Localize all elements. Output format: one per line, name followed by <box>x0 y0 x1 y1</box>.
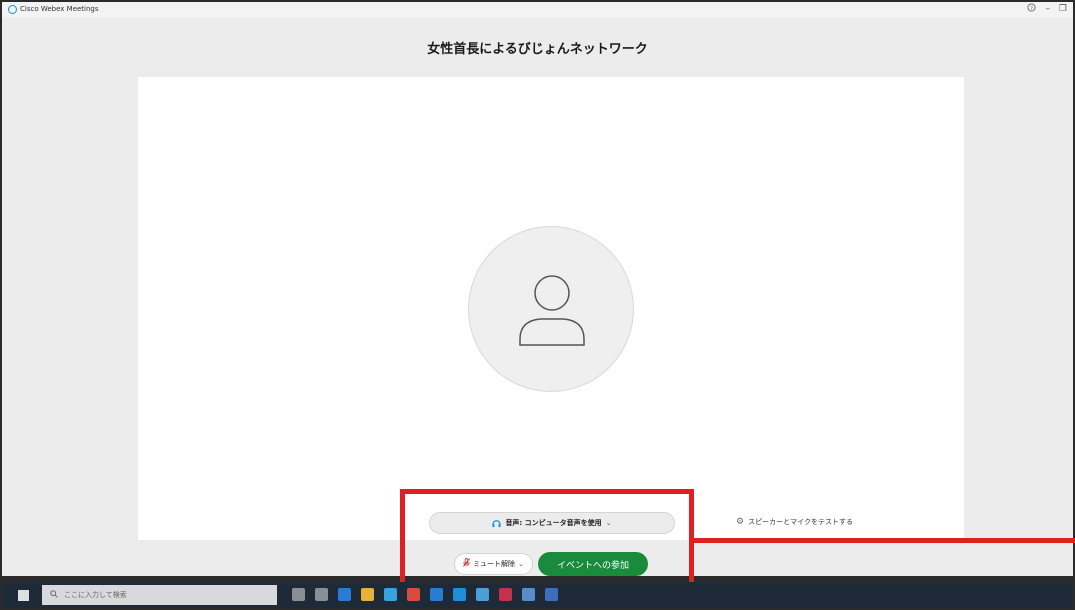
taskbar-app-icon[interactable] <box>545 588 558 601</box>
annotation-pointer-line <box>694 538 1075 543</box>
meeting-title: 女性首長によるびじょんネットワーク <box>427 42 648 57</box>
restore-button[interactable]: ❐ <box>1059 3 1067 16</box>
svg-text:?: ? <box>1030 6 1033 12</box>
taskbar-search-placeholder: ここに入力して検索 <box>64 591 127 599</box>
taskbar-app-icon[interactable] <box>522 588 535 601</box>
user-icon <box>519 275 585 346</box>
taskbar-app-icon[interactable] <box>315 588 328 601</box>
test-speaker-mic-label: スピーカーとマイクをテストする <box>748 518 853 526</box>
taskbar-app-icon[interactable] <box>476 588 489 601</box>
window-controls: ? – ❐ <box>1027 3 1067 16</box>
taskbar-app-icon[interactable] <box>499 588 512 601</box>
webex-logo-icon <box>8 5 17 14</box>
title-bar: Cisco Webex Meetings ? – ❐ <box>2 2 1073 18</box>
annotation-highlight-box <box>400 489 694 597</box>
taskbar-app-icon[interactable] <box>430 588 443 601</box>
taskbar-app-icons <box>292 588 558 601</box>
gear-icon: ⚙ <box>736 517 745 527</box>
video-preview <box>138 77 964 540</box>
app-title: Cisco Webex Meetings <box>20 5 99 13</box>
minimize-button[interactable]: – <box>1045 3 1050 16</box>
taskbar-app-icon[interactable] <box>361 588 374 601</box>
help-icon[interactable]: ? <box>1027 3 1036 16</box>
windows-start-icon[interactable] <box>18 590 29 601</box>
avatar <box>468 226 634 392</box>
search-icon <box>50 590 58 600</box>
taskbar-search-input[interactable]: ここに入力して検索 <box>42 585 277 605</box>
test-speaker-mic-link[interactable]: ⚙ スピーカーとマイクをテストする <box>736 517 853 527</box>
taskbar-app-icon[interactable] <box>292 588 305 601</box>
taskbar-app-icon[interactable] <box>453 588 466 601</box>
taskbar-app-icon[interactable] <box>407 588 420 601</box>
taskbar-app-icon[interactable] <box>338 588 351 601</box>
taskbar: ここに入力して検索 <box>2 582 1073 608</box>
taskbar-app-icon[interactable] <box>384 588 397 601</box>
